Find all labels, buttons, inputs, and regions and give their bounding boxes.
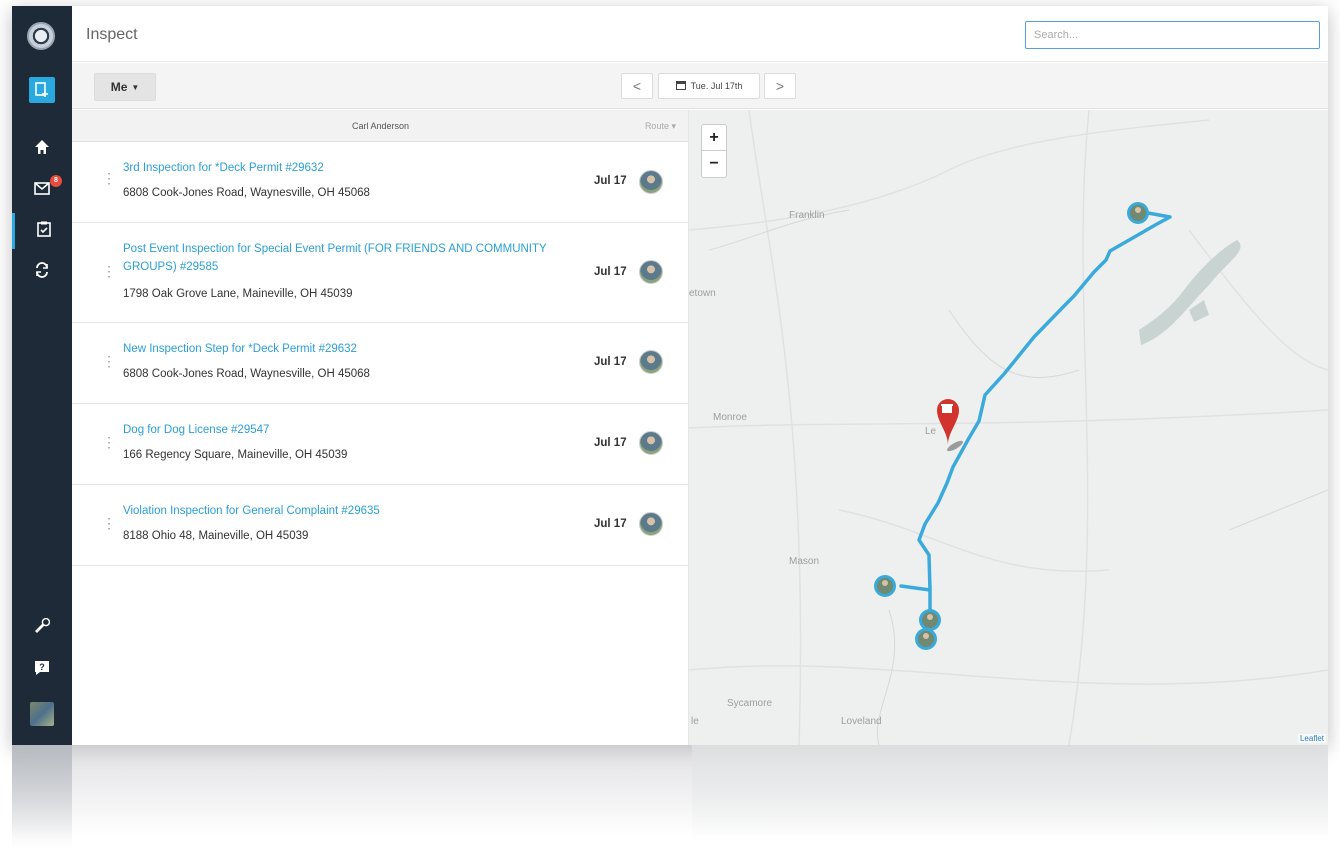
date-label: Tue. Jul 17th	[690, 81, 743, 91]
inspection-list: Carl Anderson Route ▾ ⋮ 3rd Inspection f…	[72, 110, 689, 745]
page-header: Inspect	[72, 6, 1328, 62]
app-logo[interactable]	[27, 22, 55, 50]
page-title: Inspect	[86, 26, 138, 43]
toolbar: Me ▼ < Tue. Jul 17th >	[72, 63, 1328, 109]
sidebar-item-home[interactable]	[12, 131, 72, 167]
inspection-address: 166 Regency Square, Maineville, OH 45039	[123, 449, 348, 461]
new-record-button[interactable]	[12, 72, 72, 108]
inspection-date: Jul 17	[594, 437, 627, 449]
map-label: Franklin	[789, 210, 825, 221]
inspection-date: Jul 17	[594, 356, 627, 368]
map-label: etown	[689, 288, 716, 299]
map-label: Mason	[789, 556, 820, 567]
home-icon	[34, 139, 50, 160]
assignee-label: Me	[110, 80, 128, 94]
inspection-date: Jul 17	[594, 175, 627, 187]
list-item[interactable]: ⋮ New Inspection Step for *Deck Permit #…	[72, 323, 688, 404]
app-window: 8 ? Inspect Search... Me ▼ < Tue. Jul 17…	[12, 6, 1328, 745]
unread-badge: 8	[50, 175, 62, 187]
map-attribution-link[interactable]: Leaflet	[1297, 734, 1326, 743]
sidebar: 8 ?	[12, 6, 72, 745]
inspection-marker	[1127, 202, 1149, 224]
map-label: Sycamore	[727, 698, 773, 709]
list-item[interactable]: ⋮ Dog for Dog License #29547 166 Regency…	[72, 404, 688, 485]
list-item[interactable]: ⋮ Violation Inspection for General Compl…	[72, 485, 688, 566]
inspection-address: 8188 Ohio 48, Maineville, OH 45039	[123, 530, 309, 542]
inspection-address: 6808 Cook-Jones Road, Waynesville, OH 45…	[123, 368, 370, 380]
inspector-avatar	[639, 260, 663, 284]
zoom-in-button[interactable]: +	[702, 125, 726, 151]
sidebar-item-help[interactable]: ?	[12, 652, 72, 688]
inspection-title-link[interactable]: Dog for Dog License #29547	[123, 421, 553, 439]
inspector-name: Carl Anderson	[351, 121, 410, 131]
window-reflection	[12, 745, 1328, 853]
inspection-marker	[874, 575, 896, 597]
inspector-avatar	[639, 170, 663, 194]
new-record-icon	[29, 77, 55, 103]
wrench-icon	[34, 617, 51, 638]
clipboard-check-icon	[36, 221, 51, 242]
sidebar-item-profile[interactable]	[12, 696, 72, 732]
map-label: Loveland	[841, 716, 882, 727]
drag-handle-icon[interactable]: ⋮	[102, 264, 116, 278]
inspector-avatar	[639, 431, 663, 455]
date-picker-button[interactable]: Tue. Jul 17th	[658, 73, 760, 99]
chevron-left-icon: <	[632, 78, 642, 94]
previous-day-button[interactable]: <	[621, 73, 653, 99]
main-area: Inspect Me ▼ < Tue. Jul 17th >	[72, 6, 1328, 745]
drag-handle-icon[interactable]: ⋮	[102, 516, 116, 530]
inspector-avatar	[639, 512, 663, 536]
chevron-right-icon: >	[775, 78, 785, 94]
sidebar-item-inbox[interactable]: 8	[12, 172, 72, 208]
inspection-marker	[919, 609, 941, 631]
calendar-icon	[675, 80, 686, 92]
sidebar-item-tools[interactable]	[12, 609, 72, 645]
list-item[interactable]: ⋮ Post Event Inspection for Special Even…	[72, 223, 688, 323]
inspection-title-link[interactable]: 3rd Inspection for *Deck Permit #29632	[123, 159, 553, 177]
user-avatar	[30, 702, 54, 726]
help-chat-icon: ?	[34, 660, 50, 681]
inspection-title-link[interactable]: Post Event Inspection for Special Event …	[123, 240, 553, 276]
inspector-avatar	[639, 350, 663, 374]
drag-handle-icon[interactable]: ⋮	[102, 354, 116, 368]
inspection-address: 6808 Cook-Jones Road, Waynesville, OH 45…	[123, 187, 370, 199]
route-dropdown[interactable]: Route ▾	[645, 121, 676, 132]
sidebar-item-sync[interactable]	[12, 254, 72, 290]
list-header: Carl Anderson Route ▾	[72, 110, 688, 142]
inspection-title-link[interactable]: Violation Inspection for General Complai…	[123, 502, 553, 520]
sidebar-item-inspect[interactable]	[12, 213, 72, 249]
inspection-date: Jul 17	[594, 266, 627, 278]
inspection-address: 1798 Oak Grove Lane, Maineville, OH 4503…	[123, 288, 353, 300]
zoom-control: + −	[701, 124, 727, 178]
map-canvas	[689, 110, 1328, 745]
zoom-out-button[interactable]: −	[702, 151, 726, 177]
list-item[interactable]: ⋮ 3rd Inspection for *Deck Permit #29632…	[72, 142, 688, 223]
drag-handle-icon[interactable]: ⋮	[102, 171, 116, 185]
mail-icon	[34, 180, 50, 200]
svg-text:?: ?	[39, 662, 45, 672]
next-day-button[interactable]: >	[764, 73, 796, 99]
drag-handle-icon[interactable]: ⋮	[102, 435, 116, 449]
inspection-title-link[interactable]: New Inspection Step for *Deck Permit #29…	[123, 340, 553, 358]
map-label: Monroe	[713, 412, 747, 423]
sync-icon	[34, 261, 50, 283]
map-label: le	[691, 716, 699, 727]
map-label: Le	[925, 426, 937, 437]
route-map[interactable]: Franklin etown Monroe Le Mason Sycamore …	[689, 110, 1328, 745]
search-input[interactable]	[1025, 21, 1320, 49]
inspection-date: Jul 17	[594, 518, 627, 530]
assignee-dropdown[interactable]: Me ▼	[94, 73, 156, 101]
inspection-marker	[915, 628, 937, 650]
office-pin-icon	[937, 399, 963, 452]
caret-down-icon: ▼	[131, 82, 140, 92]
